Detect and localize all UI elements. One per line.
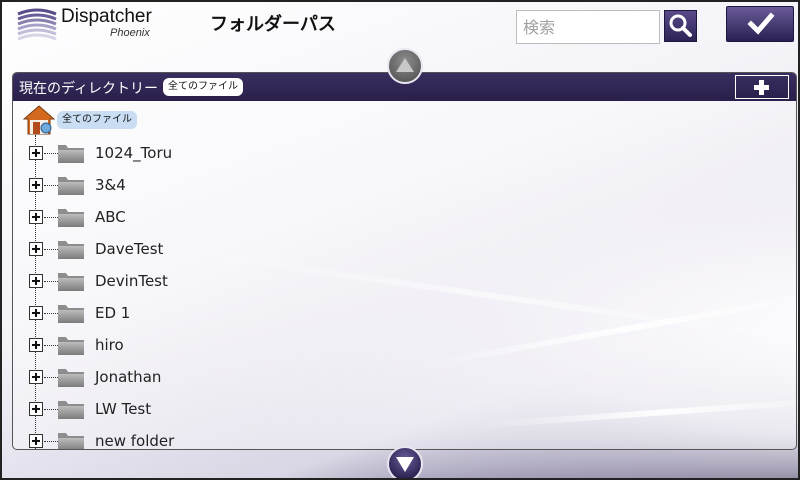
folder-name: DevinTest: [95, 272, 168, 290]
arrow-down-icon: [396, 457, 414, 472]
tree-connector: [44, 345, 58, 346]
folder-name: LW Test: [95, 400, 152, 418]
tree-connector: [44, 409, 58, 410]
scroll-up-button[interactable]: [387, 48, 423, 84]
folder-name: hiro: [95, 336, 124, 354]
tree-connector: [44, 153, 58, 154]
expand-plus-icon[interactable]: [29, 274, 43, 288]
arrow-up-icon: [396, 58, 414, 72]
app-window: Dispatcher Phoenix フォルダーパス 現在のディレクトリー ::…: [0, 0, 800, 480]
add-folder-button[interactable]: [735, 75, 789, 99]
folder-row[interactable]: hiro: [27, 329, 507, 361]
tree-connector: [44, 217, 58, 218]
folder-name: ABC: [95, 208, 126, 226]
scroll-down-button[interactable]: [387, 446, 423, 478]
folder-row[interactable]: Jonathan: [27, 361, 507, 393]
folder-name: 1024_Toru: [95, 144, 173, 162]
tree-connector: [44, 185, 58, 186]
app-name: Dispatcher: [61, 6, 152, 27]
home-icon: [23, 105, 55, 135]
folder-name: DaveTest: [95, 240, 164, 258]
folder-icon: [58, 433, 84, 449]
search-icon: [669, 14, 692, 37]
folder-name: Jonathan: [95, 368, 162, 386]
folder-row[interactable]: DaveTest: [27, 233, 507, 265]
app-subname: Phoenix: [110, 27, 150, 39]
expand-plus-icon[interactable]: [29, 306, 43, 320]
folder-row[interactable]: 1024_Toru: [27, 137, 507, 169]
expand-plus-icon[interactable]: [29, 178, 43, 192]
search-input[interactable]: [516, 10, 660, 44]
folder-icon: [58, 337, 84, 355]
folder-icon: [58, 369, 84, 387]
folder-icon: [58, 273, 84, 291]
expand-plus-icon[interactable]: [29, 434, 43, 448]
folder-icon: [58, 145, 84, 163]
tree-connector: [44, 441, 58, 442]
folder-name: 3&4: [95, 176, 126, 194]
folder-icon: [58, 241, 84, 259]
expand-plus-icon[interactable]: [29, 242, 43, 256]
dispatcher-logo-icon: [17, 8, 57, 41]
plus-icon: [754, 80, 769, 95]
expand-plus-icon[interactable]: [29, 338, 43, 352]
expand-plus-icon[interactable]: [29, 146, 43, 160]
folder-row[interactable]: ED 1: [27, 297, 507, 329]
expand-plus-icon[interactable]: [29, 210, 43, 224]
expand-plus-icon[interactable]: [29, 370, 43, 384]
folder-icon: [58, 209, 84, 227]
folder-row[interactable]: new folder: [27, 425, 507, 450]
expand-plus-icon[interactable]: [29, 402, 43, 416]
search-button[interactable]: [664, 10, 697, 42]
current-directory-label: 現在のディレクトリー ::: [19, 81, 172, 97]
folder-row[interactable]: LW Test: [27, 393, 507, 425]
folder-row[interactable]: ABC: [27, 201, 507, 233]
folder-icon: [58, 401, 84, 419]
folder-name: ED 1: [95, 304, 131, 322]
folder-row[interactable]: DevinTest: [27, 265, 507, 297]
app-logo: Dispatcher Phoenix: [16, 6, 166, 46]
folder-icon: [58, 177, 84, 195]
home-chip: 全てのファイル: [57, 111, 137, 129]
folder-icon: [58, 305, 84, 323]
folder-name: new folder: [95, 432, 175, 450]
tree-connector: [44, 377, 58, 378]
home-row[interactable]: 全てのファイル: [23, 104, 223, 138]
directory-panel: 現在のディレクトリー :: 全てのファイル 全てのファイル 1024_Toru3…: [12, 72, 797, 450]
tree-connector: [44, 249, 58, 250]
tree-connector: [44, 281, 58, 282]
checkmark-icon: [747, 12, 775, 35]
tree-connector: [44, 313, 58, 314]
current-directory-chip[interactable]: 全てのファイル: [163, 78, 243, 96]
confirm-button[interactable]: [726, 6, 794, 42]
folder-row[interactable]: 3&4: [27, 169, 507, 201]
page-title: フォルダーパス: [210, 14, 336, 35]
